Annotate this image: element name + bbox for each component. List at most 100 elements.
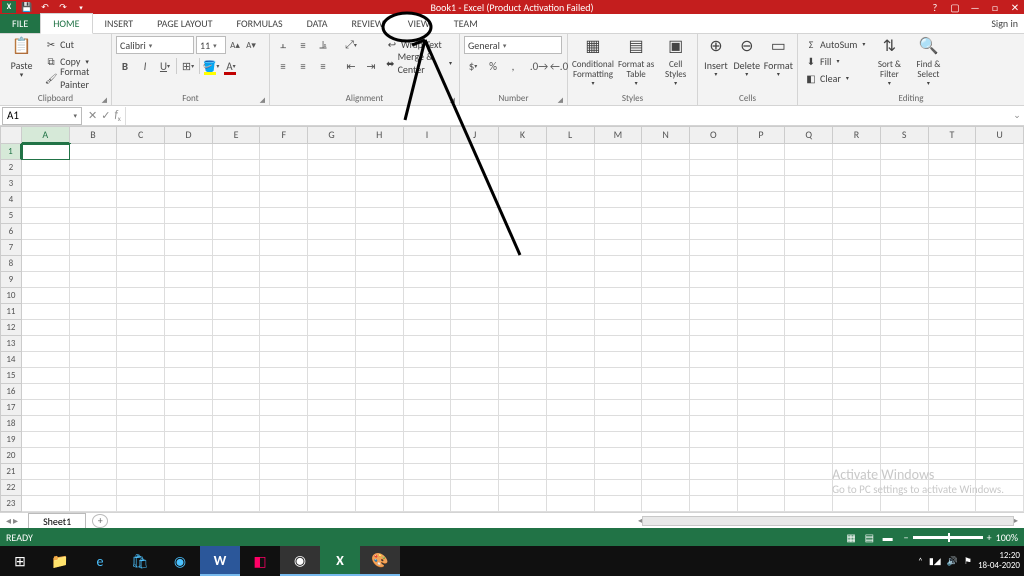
cell[interactable] bbox=[356, 160, 404, 176]
cell[interactable] bbox=[404, 496, 452, 512]
cell[interactable] bbox=[451, 320, 499, 336]
zoom-level[interactable]: 100% bbox=[996, 531, 1018, 544]
cell[interactable] bbox=[213, 208, 261, 224]
increase-decimal-button[interactable]: .0→ bbox=[530, 57, 548, 75]
cell[interactable] bbox=[690, 336, 738, 352]
cell[interactable] bbox=[547, 272, 595, 288]
cell[interactable] bbox=[117, 208, 165, 224]
cell[interactable] bbox=[833, 192, 881, 208]
cell[interactable] bbox=[165, 368, 213, 384]
cell[interactable] bbox=[595, 192, 643, 208]
row-header[interactable]: 6 bbox=[0, 224, 22, 240]
cell[interactable] bbox=[595, 448, 643, 464]
cell[interactable] bbox=[833, 480, 881, 496]
cell[interactable] bbox=[404, 464, 452, 480]
cell[interactable] bbox=[738, 432, 786, 448]
cell[interactable] bbox=[690, 320, 738, 336]
cell[interactable] bbox=[213, 368, 261, 384]
cell[interactable] bbox=[22, 144, 70, 160]
cell[interactable] bbox=[976, 448, 1024, 464]
cell[interactable] bbox=[22, 448, 70, 464]
cell[interactable] bbox=[881, 240, 929, 256]
cell[interactable] bbox=[690, 464, 738, 480]
cell[interactable] bbox=[690, 160, 738, 176]
cell[interactable] bbox=[260, 496, 308, 512]
cell[interactable] bbox=[356, 368, 404, 384]
cell[interactable] bbox=[499, 448, 547, 464]
cell[interactable] bbox=[404, 368, 452, 384]
find-select-button[interactable]: 🔍Find & Select▾ bbox=[910, 36, 946, 91]
cell[interactable] bbox=[976, 432, 1024, 448]
cell[interactable] bbox=[976, 496, 1024, 512]
cell[interactable] bbox=[833, 384, 881, 400]
cell[interactable] bbox=[356, 464, 404, 480]
cell[interactable] bbox=[785, 496, 833, 512]
cell[interactable] bbox=[881, 384, 929, 400]
cell[interactable] bbox=[929, 144, 977, 160]
cell[interactable] bbox=[260, 400, 308, 416]
cell[interactable] bbox=[70, 288, 118, 304]
cell[interactable] bbox=[929, 240, 977, 256]
cell[interactable] bbox=[881, 464, 929, 480]
cell[interactable] bbox=[833, 416, 881, 432]
cell[interactable] bbox=[929, 336, 977, 352]
cell[interactable] bbox=[260, 192, 308, 208]
tab-insert[interactable]: INSERT bbox=[93, 14, 146, 33]
cell[interactable] bbox=[70, 320, 118, 336]
cell[interactable] bbox=[738, 176, 786, 192]
cell[interactable] bbox=[642, 192, 690, 208]
cell[interactable] bbox=[595, 176, 643, 192]
cell[interactable] bbox=[356, 416, 404, 432]
cell[interactable] bbox=[404, 208, 452, 224]
row-header[interactable]: 13 bbox=[0, 336, 22, 352]
cell[interactable] bbox=[451, 192, 499, 208]
cell[interactable] bbox=[929, 256, 977, 272]
cell[interactable] bbox=[404, 400, 452, 416]
row-header[interactable]: 5 bbox=[0, 208, 22, 224]
cell[interactable] bbox=[881, 256, 929, 272]
font-color-button[interactable]: A▾ bbox=[222, 57, 240, 75]
cell[interactable] bbox=[499, 160, 547, 176]
cell[interactable] bbox=[308, 304, 356, 320]
cell[interactable] bbox=[738, 160, 786, 176]
cell[interactable] bbox=[690, 352, 738, 368]
cell[interactable] bbox=[929, 272, 977, 288]
cell[interactable] bbox=[70, 272, 118, 288]
cell[interactable] bbox=[642, 384, 690, 400]
cell[interactable] bbox=[22, 288, 70, 304]
dialog-launcher-icon[interactable]: ◢ bbox=[102, 95, 107, 104]
cell[interactable] bbox=[642, 480, 690, 496]
row-header[interactable]: 7 bbox=[0, 240, 22, 256]
cell[interactable] bbox=[70, 480, 118, 496]
cell[interactable] bbox=[213, 496, 261, 512]
fill-color-button[interactable]: 🪣▾ bbox=[202, 57, 220, 75]
cell[interactable] bbox=[642, 496, 690, 512]
cell[interactable] bbox=[213, 448, 261, 464]
cell[interactable] bbox=[213, 304, 261, 320]
cell[interactable] bbox=[356, 208, 404, 224]
cell[interactable] bbox=[165, 320, 213, 336]
cell[interactable] bbox=[929, 496, 977, 512]
row-header[interactable]: 8 bbox=[0, 256, 22, 272]
close-icon[interactable]: ✕ bbox=[1008, 1, 1022, 14]
cell[interactable] bbox=[833, 448, 881, 464]
cell[interactable] bbox=[547, 416, 595, 432]
cell[interactable] bbox=[308, 400, 356, 416]
undo-icon[interactable]: ↶ bbox=[38, 1, 52, 13]
cell[interactable] bbox=[976, 208, 1024, 224]
cell[interactable] bbox=[308, 160, 356, 176]
cell[interactable] bbox=[117, 256, 165, 272]
cell[interactable] bbox=[404, 288, 452, 304]
cell[interactable] bbox=[404, 224, 452, 240]
cell[interactable] bbox=[404, 480, 452, 496]
cell[interactable] bbox=[356, 176, 404, 192]
cell[interactable] bbox=[690, 144, 738, 160]
cell[interactable] bbox=[70, 448, 118, 464]
cell[interactable] bbox=[70, 368, 118, 384]
cell[interactable] bbox=[213, 192, 261, 208]
cell[interactable] bbox=[738, 400, 786, 416]
cell[interactable] bbox=[451, 448, 499, 464]
row-header[interactable]: 16 bbox=[0, 384, 22, 400]
cell[interactable] bbox=[165, 208, 213, 224]
sort-filter-button[interactable]: ⇅Sort & Filter▾ bbox=[871, 36, 907, 91]
